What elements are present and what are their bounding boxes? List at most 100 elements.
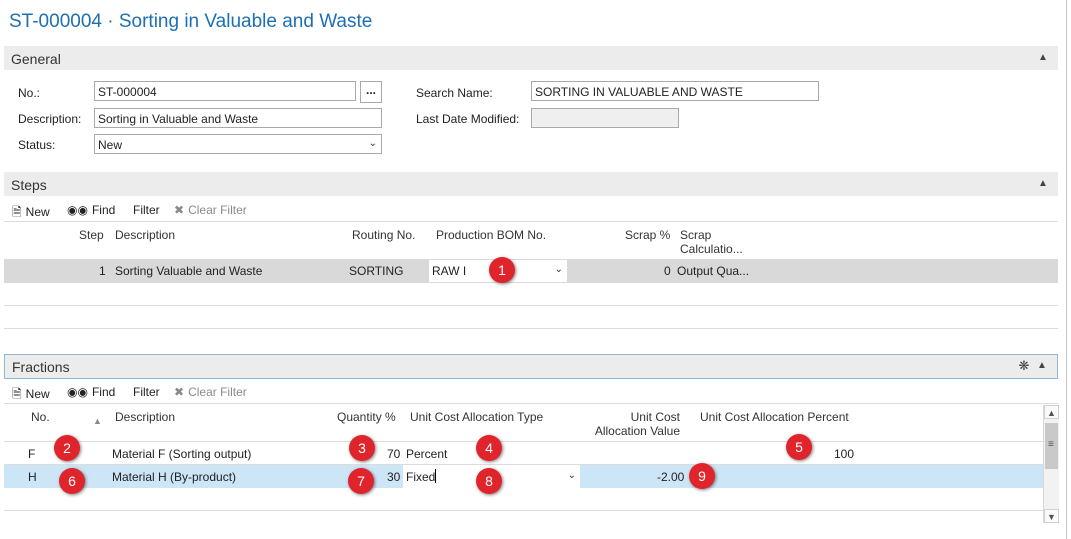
fractions-new-label: New xyxy=(25,387,50,401)
fractions-col-quantity-pct[interactable]: Quantity % xyxy=(337,410,396,424)
fractions-col-unit-cost-allocation-percent[interactable]: Unit Cost Allocation Percent xyxy=(700,410,849,424)
annotation-badge-4: 4 xyxy=(476,435,502,461)
last-date-modified-field xyxy=(531,108,679,128)
annotation-badge-8: 8 xyxy=(476,468,502,494)
fractions-toolbar-divider xyxy=(4,403,1058,404)
alloc-value-header-line1: Unit Cost xyxy=(630,410,680,424)
search-name-field[interactable]: SORTING IN VALUABLE AND WASTE xyxy=(531,81,819,101)
fractions-section-label: Fractions xyxy=(12,359,70,375)
scroll-up-icon[interactable]: ▲ xyxy=(1044,405,1059,419)
text-caret xyxy=(435,469,436,483)
scrollbar-thumb[interactable]: ≡ xyxy=(1045,423,1058,469)
steps-col-production-bom-no[interactable]: Production BOM No. xyxy=(436,228,546,242)
description-label: Description: xyxy=(18,112,82,126)
steps-col-scrap-calculation[interactable]: Scrap Calculatio... xyxy=(680,228,743,256)
fraction-quantity-pct-cell: 30 xyxy=(387,470,401,484)
fraction-description-cell: Material H (By-product) xyxy=(112,470,237,484)
alloc-value-header-line2: Allocation Value xyxy=(594,424,680,438)
search-name-label: Search Name: xyxy=(416,86,493,100)
fraction-alloc-type-cell: Percent xyxy=(406,447,448,461)
collapse-chevron-up-icon[interactable]: ▲ xyxy=(1035,359,1049,373)
row-divider xyxy=(4,510,1043,511)
step-cell: 1 xyxy=(99,264,106,278)
chevron-down-icon: ⌄ xyxy=(368,138,377,149)
fractions-filter-button[interactable]: Filter xyxy=(133,385,160,399)
annotation-badge-6: 6 xyxy=(59,468,85,494)
grip-icon: ≡ xyxy=(1048,439,1054,450)
annotation-badge-5: 5 xyxy=(786,434,812,460)
clear-filter-icon: ✖ xyxy=(174,203,185,217)
general-section-label: General xyxy=(11,51,61,67)
no-field[interactable]: ST-000004 xyxy=(94,81,356,101)
fractions-filter-label: Filter xyxy=(133,385,160,399)
find-binoculars-icon: ◉◉ xyxy=(67,203,88,217)
status-select[interactable]: New ⌄ xyxy=(94,134,382,154)
personalize-gear-icon[interactable]: ❋ xyxy=(1017,359,1031,373)
fraction-no-cell: F xyxy=(28,447,36,461)
scrap-calc-header-line2: Calculatio... xyxy=(680,242,743,256)
annotation-badge-7: 7 xyxy=(348,468,374,494)
steps-col-routing-no[interactable]: Routing No. xyxy=(352,228,415,242)
steps-clear-filter-label: Clear Filter xyxy=(188,203,247,217)
row-divider xyxy=(4,305,1058,306)
collapse-chevron-up-icon[interactable]: ▲ xyxy=(1036,51,1050,65)
steps-clear-filter-button[interactable]: ✖ Clear Filter xyxy=(174,203,247,217)
fractions-col-description[interactable]: Description xyxy=(115,410,175,424)
steps-find-label: Find xyxy=(91,203,116,217)
clear-filter-icon: ✖ xyxy=(174,385,185,399)
fractions-find-label: Find xyxy=(91,385,116,399)
page-title: ST-000004 · Sorting in Valuable and Wast… xyxy=(9,11,373,32)
fraction-alloc-value-cell: -2.00 xyxy=(657,470,685,484)
no-label: No.: xyxy=(18,86,41,100)
fractions-col-no[interactable]: No. xyxy=(31,410,50,424)
scroll-down-icon[interactable]: ▼ xyxy=(1044,509,1059,523)
sort-asc-icon: ▲ xyxy=(93,416,102,426)
steps-section-header[interactable]: Steps ▲ xyxy=(4,172,1058,196)
steps-filter-button[interactable]: Filter xyxy=(133,203,160,217)
production-bom-no-value: RAW I xyxy=(432,264,467,278)
steps-section-label: Steps xyxy=(11,177,47,193)
chevron-down-icon: ⌄ xyxy=(567,470,576,481)
scrap-calc-header-line1: Scrap xyxy=(680,228,712,242)
description-field[interactable]: Sorting in Valuable and Waste xyxy=(94,108,382,128)
fractions-scrollbar[interactable]: ▲ ≡ ▼ xyxy=(1043,405,1059,523)
scrap-pct-cell: 0 xyxy=(664,264,671,278)
window-border xyxy=(1066,0,1067,539)
no-assist-button[interactable]: ... xyxy=(360,81,382,103)
collapse-chevron-up-icon[interactable]: ▲ xyxy=(1036,177,1050,191)
scrap-calculation-cell: Output Qua... xyxy=(677,264,750,278)
search-name-field-value: SORTING IN VALUABLE AND WASTE xyxy=(535,85,743,99)
steps-col-scrap-pct[interactable]: Scrap % xyxy=(625,228,670,242)
fractions-find-button[interactable]: ◉◉ Find xyxy=(67,385,115,399)
annotation-badge-9: 9 xyxy=(689,463,715,489)
fractions-col-unit-cost-allocation-value[interactable]: Unit Cost Allocation Value xyxy=(594,410,680,438)
steps-col-step[interactable]: Step xyxy=(79,228,104,242)
annotation-badge-2: 2 xyxy=(54,435,80,461)
fraction-quantity-pct-cell: 70 xyxy=(387,447,401,461)
row-divider xyxy=(4,328,1058,329)
last-date-modified-label: Last Date Modified: xyxy=(416,112,520,126)
step-description-cell: Sorting Valuable and Waste xyxy=(115,264,263,278)
fractions-clear-filter-button[interactable]: ✖ Clear Filter xyxy=(174,385,247,399)
annotation-badge-3: 3 xyxy=(349,435,375,461)
steps-find-button[interactable]: ◉◉ Find xyxy=(67,203,115,217)
description-field-value: Sorting in Valuable and Waste xyxy=(98,112,259,126)
fractions-clear-filter-label: Clear Filter xyxy=(188,385,247,399)
steps-col-description[interactable]: Description xyxy=(115,228,175,242)
steps-new-label: New xyxy=(25,205,50,219)
alloc-type-select-value: Fixed xyxy=(406,470,436,484)
steps-toolbar-divider xyxy=(4,221,1058,222)
annotation-badge-1: 1 xyxy=(489,257,515,283)
fraction-no-cell: H xyxy=(28,470,37,484)
find-binoculars-icon: ◉◉ xyxy=(67,385,88,399)
general-section-header[interactable]: General ▲ xyxy=(4,46,1058,70)
fraction-description-cell: Material F (Sorting output) xyxy=(112,447,252,461)
steps-filter-label: Filter xyxy=(133,203,160,217)
status-label: Status: xyxy=(18,138,56,152)
status-select-value: New xyxy=(98,138,123,152)
fractions-section-header[interactable]: Fractions ❋ ▲ xyxy=(4,354,1058,379)
fractions-col-unit-cost-allocation-type[interactable]: Unit Cost Allocation Type xyxy=(410,410,543,424)
no-field-value: ST-000004 xyxy=(98,85,157,99)
routing-no-cell: SORTING xyxy=(349,264,404,278)
chevron-down-icon: ⌄ xyxy=(554,264,563,275)
